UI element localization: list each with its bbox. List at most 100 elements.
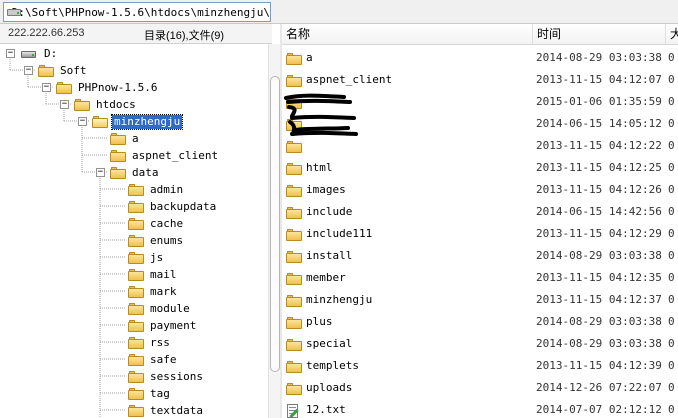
tree-node[interactable]: mark	[128, 283, 179, 300]
address-bar: D:\Soft\PHPnow-1.5.6\htdocs\minzhengju\	[0, 0, 678, 24]
file-time: 2013-11-15 04:12:35	[536, 271, 662, 284]
tree-node-label: tag	[150, 386, 170, 400]
collapse-toggle[interactable]: −	[60, 100, 69, 109]
file-time: 2014-08-29 03:03:38	[536, 51, 662, 64]
server-ip: 222.222.66.253	[8, 27, 85, 39]
collapse-toggle[interactable]: −	[24, 66, 33, 75]
tree-scrollbar[interactable]	[268, 44, 280, 418]
folder-icon	[286, 52, 302, 65]
file-row[interactable]: special 2014-08-29 03:03:38 0	[282, 333, 678, 355]
file-row[interactable]: install 2014-08-29 03:03:38 0	[282, 245, 678, 267]
tree-node[interactable]: aspnet_client	[110, 147, 220, 164]
file-row[interactable]: minzhengju 2013-11-15 04:12:37 0	[282, 289, 678, 311]
tree-node[interactable]: cache	[128, 215, 185, 232]
file-row[interactable]: html 2013-11-15 04:12:25 0	[282, 157, 678, 179]
file-row[interactable]: uploads 2014-12-26 07:22:07 0	[282, 377, 678, 399]
tree-node-label: minzhengju	[110, 113, 184, 130]
tree-node-label: D:	[44, 46, 58, 60]
tree-node[interactable]: payment	[128, 317, 198, 334]
file-row[interactable]: include111 2013-11-15 04:12:29 0	[282, 223, 678, 245]
tree-node-label: rss	[150, 335, 170, 349]
path-text: D:\Soft\PHPnow-1.5.6\htdocs\minzhengju\	[11, 5, 270, 19]
file-name: install	[306, 249, 353, 262]
file-name: uploads	[306, 381, 353, 394]
tree-node[interactable]: js	[128, 249, 165, 266]
tree-node[interactable]: rss	[128, 334, 172, 351]
file-size: 0	[668, 139, 675, 152]
file-size: 0	[668, 117, 675, 130]
folder-tree: D: − Soft − PHPnow-1.5.6− htdocs − minzhengju − a…	[0, 44, 268, 418]
tree-node-label: safe	[150, 352, 177, 366]
tree-node[interactable]: D:	[20, 45, 59, 62]
file-time: 2013-11-15 04:12:26	[536, 183, 662, 196]
tree-node[interactable]: data	[110, 164, 161, 181]
tree-node-label: backupdata	[150, 199, 217, 213]
file-list-header: 名称 时间 大	[282, 24, 678, 45]
tree-node[interactable]: tag	[128, 385, 172, 402]
column-header-size[interactable]: 大	[666, 24, 678, 45]
file-row[interactable]: include 2014-06-15 14:42:56 0	[282, 201, 678, 223]
folder-icon	[286, 360, 302, 373]
file-row[interactable]: aspnet_client 2013-11-15 04:12:07 0	[282, 69, 678, 91]
text-file-icon	[286, 404, 300, 418]
folder-icon	[286, 228, 302, 241]
file-row[interactable]: images 2013-11-15 04:12:26 0	[282, 179, 678, 201]
folder-icon	[110, 132, 126, 145]
file-name: plus	[306, 315, 333, 328]
file-time: 2013-11-15 04:12:07	[536, 73, 662, 86]
tree-node[interactable]: textdata	[128, 402, 205, 418]
file-size: 0	[668, 95, 675, 108]
tree-node[interactable]: PHPnow-1.5.6	[56, 79, 159, 96]
path-field[interactable]: D:\Soft\PHPnow-1.5.6\htdocs\minzhengju\	[3, 2, 271, 22]
folder-icon	[286, 272, 302, 285]
tree-node[interactable]: minzhengju	[92, 113, 184, 130]
file-time: 2013-11-15 04:12:39	[536, 359, 662, 372]
folder-icon	[128, 336, 144, 349]
file-time: 2015-01-06 01:35:59	[536, 95, 662, 108]
tree-node-label: payment	[150, 318, 197, 332]
file-size: 0	[668, 161, 675, 174]
collapse-toggle[interactable]: −	[42, 83, 51, 92]
tree-node[interactable]: a	[110, 130, 141, 147]
tree-node-label: js	[150, 250, 164, 264]
collapse-toggle[interactable]: −	[6, 49, 15, 58]
file-size: 0	[668, 337, 675, 350]
column-header-time[interactable]: 时间	[533, 24, 666, 45]
file-time: 2013-11-15 04:12:29	[536, 227, 662, 240]
tree-node-label: mark	[150, 284, 177, 298]
folder-icon	[286, 382, 302, 395]
tree-node-label: Soft	[60, 63, 87, 77]
file-row[interactable]: plus 2014-08-29 03:03:38 0	[282, 311, 678, 333]
tree-node[interactable]: safe	[128, 351, 179, 368]
file-size: 0	[668, 381, 675, 394]
file-row[interactable]: a 2014-08-29 03:03:38 0	[282, 47, 678, 69]
file-size: 0	[668, 271, 675, 284]
collapse-toggle[interactable]: −	[96, 168, 105, 177]
folder-icon	[128, 353, 144, 366]
tree-node[interactable]: admin	[128, 181, 185, 198]
file-row[interactable]: 12.txt 2014-07-07 02:12:12 0	[282, 399, 678, 418]
collapse-toggle[interactable]: −	[78, 117, 87, 126]
tree-scrollbar-thumb[interactable]	[270, 76, 280, 372]
folder-icon	[128, 183, 144, 196]
file-size: 0	[668, 403, 675, 416]
tree-node[interactable]: Soft	[38, 62, 89, 79]
file-name: include111	[306, 227, 373, 240]
folder-icon	[128, 251, 144, 264]
tree-node[interactable]: htdocs	[74, 96, 138, 113]
tree-node[interactable]: mail	[128, 266, 179, 283]
file-name: include	[306, 205, 353, 218]
tree-node[interactable]: enums	[128, 232, 185, 249]
file-name: images	[306, 183, 346, 196]
file-name: a	[306, 51, 313, 64]
item-counts: 目录(16),文件(9)	[144, 30, 225, 42]
file-row[interactable]: member 2013-11-15 04:12:35 0	[282, 267, 678, 289]
tree-node[interactable]: backupdata	[128, 198, 218, 215]
folder-icon	[128, 234, 144, 247]
tree-node[interactable]: module	[128, 300, 192, 317]
file-size: 0	[668, 183, 675, 196]
column-header-name[interactable]: 名称	[282, 24, 533, 45]
tree-node[interactable]: sessions	[128, 368, 205, 385]
tree-node-label: a	[132, 131, 139, 145]
file-row[interactable]: templets 2013-11-15 04:12:39 0	[282, 355, 678, 377]
